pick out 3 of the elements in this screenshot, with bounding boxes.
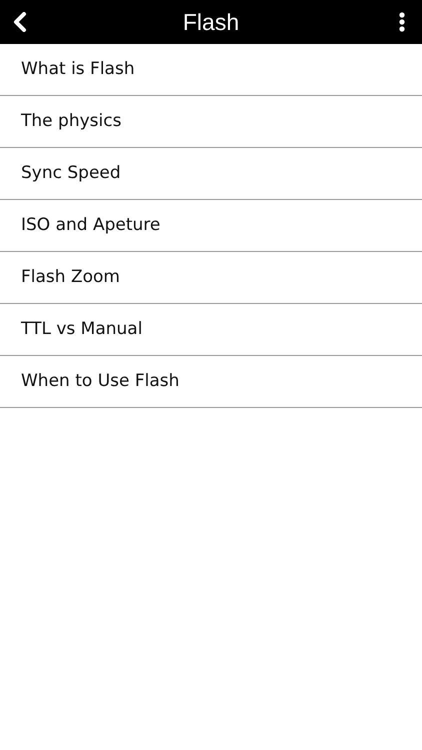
screen-title: Flash <box>182 8 240 37</box>
chevron-left-icon <box>13 12 27 32</box>
more-vertical-icon <box>399 12 405 32</box>
